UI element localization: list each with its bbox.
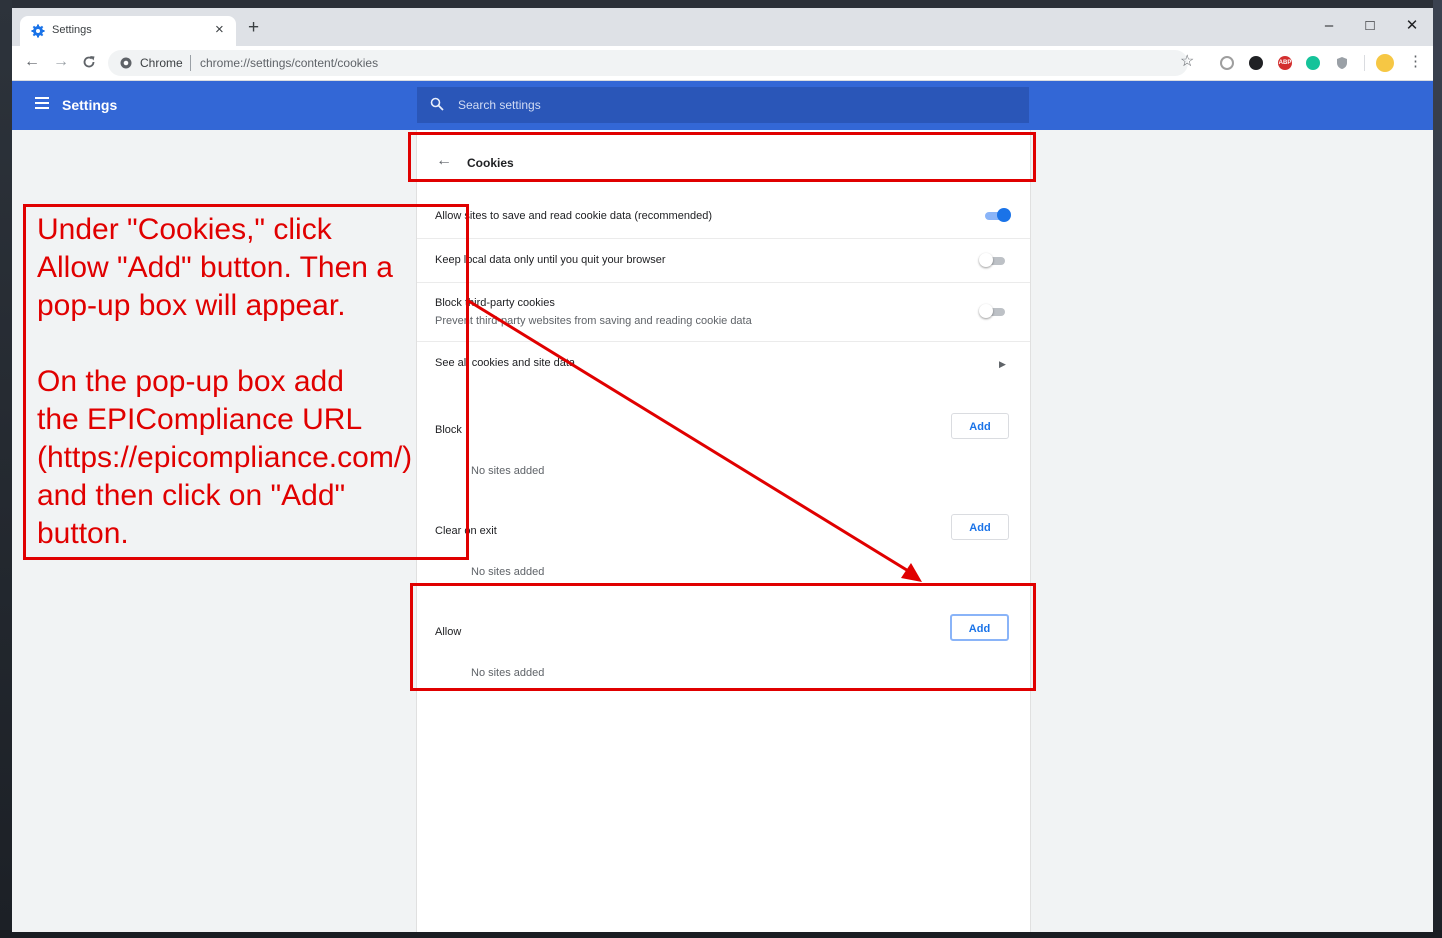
annotation-arrow (466, 298, 922, 582)
